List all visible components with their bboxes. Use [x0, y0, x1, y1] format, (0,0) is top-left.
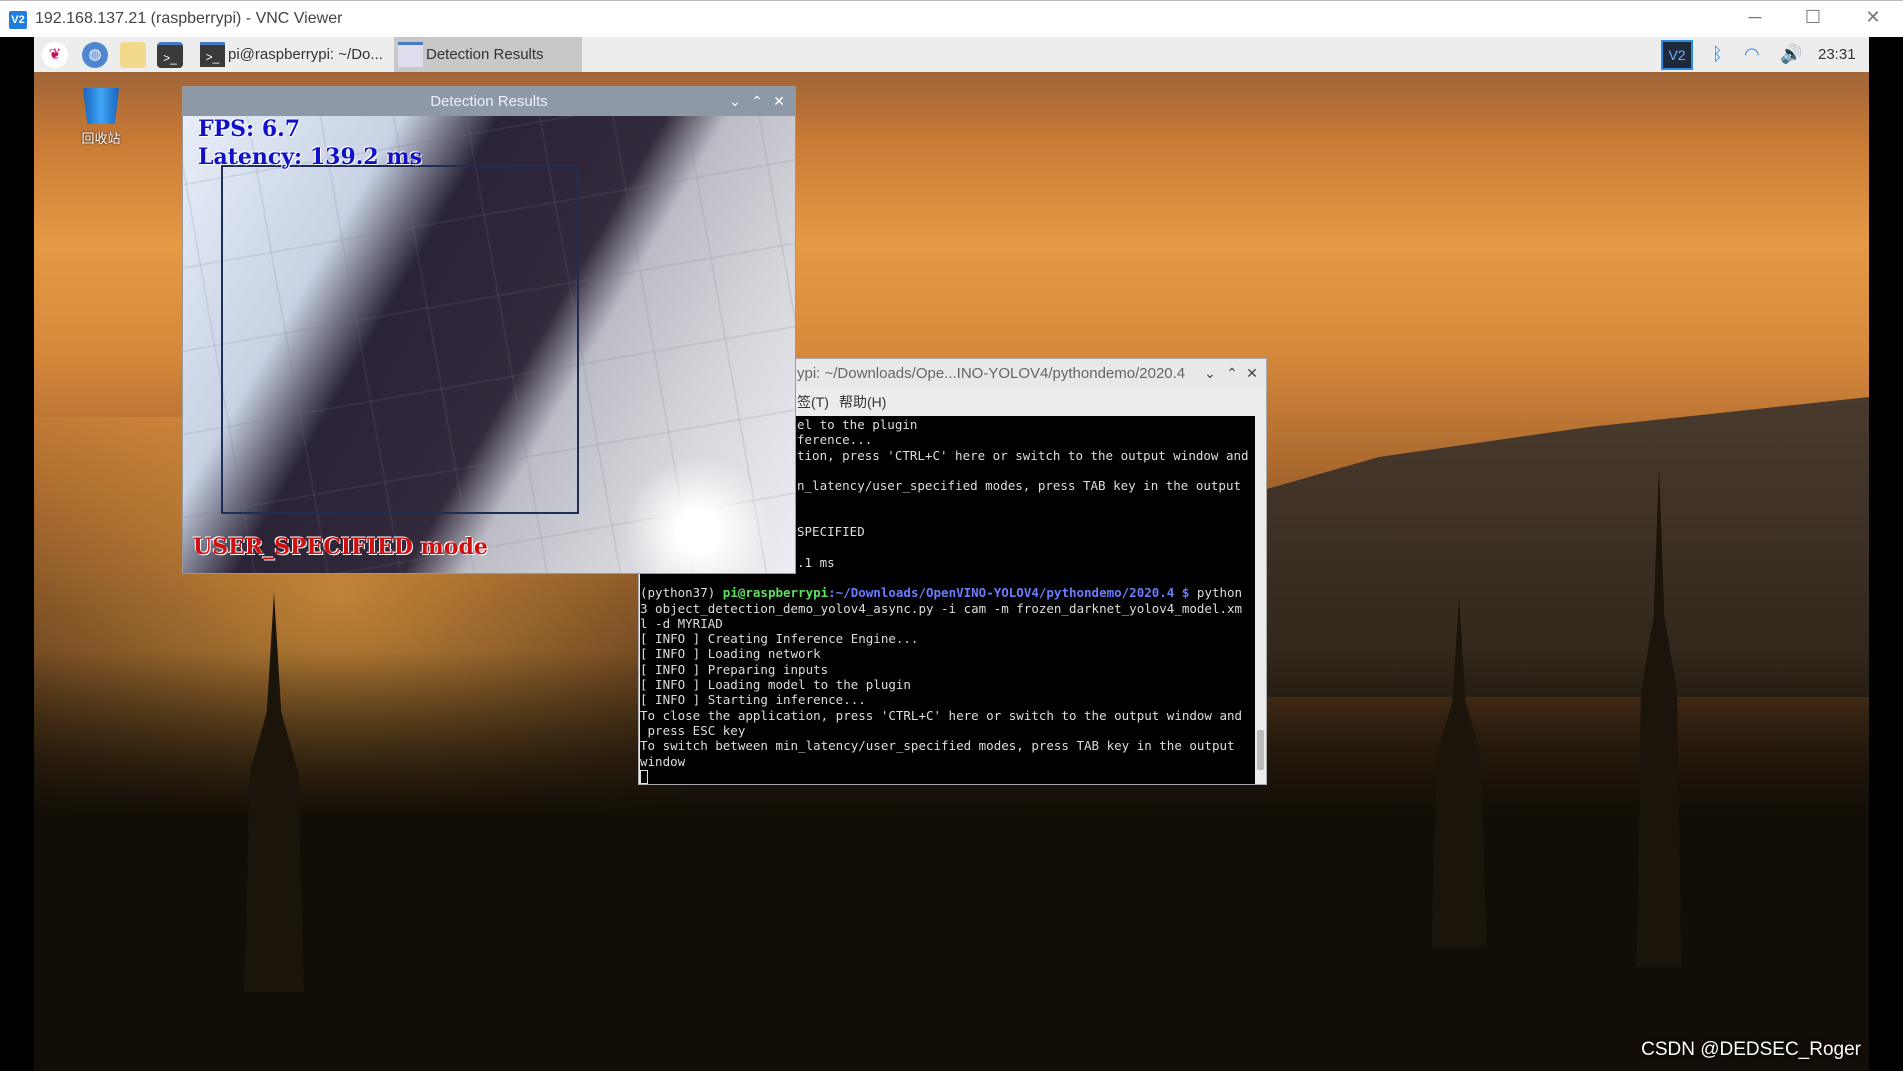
vnc-logo-icon: V2 — [9, 11, 27, 29]
file-manager-icon[interactable] — [120, 42, 146, 68]
terminal-icon[interactable]: >_ — [157, 42, 183, 68]
task-detection-results[interactable]: Detection Results — [394, 37, 582, 72]
volume-icon[interactable]: 🔊 — [1780, 37, 1802, 72]
chevron-down-icon[interactable]: ⌄ — [1200, 359, 1220, 388]
terminal-line: To close the application, press 'CTRL+C'… — [640, 707, 1243, 723]
terminal-line: [ INFO ] Creating Inference Engine... — [640, 631, 919, 647]
prompt-command: python — [1189, 585, 1243, 601]
vnc-icon[interactable]: V2 — [1661, 40, 1693, 70]
vnc-title-bar: V2 192.168.137.21 (raspberrypi) - VNC Vi… — [0, 0, 1903, 37]
bluetooth-icon[interactable]: ᛒ — [1712, 37, 1723, 72]
clock[interactable]: 23:31 — [1818, 37, 1856, 72]
terminal-line: [ INFO ] Loading model to the plugin — [640, 677, 911, 693]
detection-results-window[interactable]: Detection Results ⌄ ⌃ ✕ FPS: 6.7 Latency… — [182, 86, 796, 574]
terminal-line: l -d MYRIAD — [640, 615, 723, 631]
latency-label: Latency: 139.2 ms — [198, 144, 423, 170]
terminal-line: window — [640, 753, 686, 769]
terminal-line: press ESC key — [640, 722, 746, 738]
terminal-line: 3 object_detection_demo_yolov4_async.py … — [640, 600, 1243, 616]
chevron-up-icon[interactable]: ⌃ — [747, 87, 767, 116]
task-label: pi@raspberrypi: ~/Do... — [228, 46, 383, 63]
prompt-env: (python37) — [640, 585, 723, 601]
chevron-up-icon[interactable]: ⌃ — [1222, 359, 1242, 388]
terminal-icon: >_ — [200, 42, 225, 67]
text-cursor — [640, 770, 648, 784]
close-icon[interactable]: ✕ — [1242, 359, 1262, 388]
watermark: CSDN @DEDSEC_Roger — [1641, 1039, 1861, 1060]
maximize-icon[interactable]: ☐ — [1798, 7, 1828, 28]
terminal-scrollbar[interactable] — [1255, 416, 1266, 784]
terminal-line: [ INFO ] Loading network — [640, 646, 821, 662]
detection-title-bar[interactable]: Detection Results — [183, 87, 795, 116]
prompt-user: pi@raspberrypi — [722, 585, 829, 601]
menu-help[interactable]: 帮助(H) — [839, 388, 886, 416]
terminal-line: [ INFO ] Starting inference... — [640, 692, 866, 708]
window-title: 192.168.137.21 (raspberrypi) - VNC Viewe… — [35, 10, 343, 27]
taskbar: ❦ ◍ >_ >_ pi@raspberrypi: ~/Do... Detect… — [34, 37, 1869, 72]
prompt-path: :~/Downloads/OpenVINO-YOLOV4/pythondemo/… — [828, 585, 1190, 601]
minimize-icon[interactable]: ─ — [1740, 7, 1770, 28]
close-icon[interactable]: ✕ — [769, 87, 789, 116]
terminal-title: ypi: ~/Downloads/Ope...INO-YOLOV4/python… — [797, 365, 1186, 382]
fps-label: FPS: 6.7 — [198, 116, 301, 142]
window-icon — [398, 42, 423, 67]
recycle-bin-label: 回收站 — [81, 131, 121, 146]
scrollbar-thumb[interactable] — [1257, 730, 1264, 770]
terminal-cursor-line[interactable] — [640, 769, 1256, 784]
close-icon[interactable]: ✕ — [1858, 7, 1888, 28]
camera-frame: FPS: 6.7 Latency: 139.2 ms USER_SPECIFIE… — [183, 116, 795, 573]
raspberry-menu-icon[interactable]: ❦ — [42, 42, 68, 68]
task-label: Detection Results — [426, 46, 544, 63]
detection-box — [221, 165, 579, 514]
wifi-icon[interactable]: ◠ — [1744, 37, 1760, 72]
menu-tabs[interactable]: 签(T) — [797, 388, 829, 416]
terminal-prompt: (python37) pi@raspberrypi:~/Downloads/Op… — [640, 585, 1256, 600]
trash-icon — [83, 88, 119, 124]
terminal-line: [ INFO ] Preparing inputs — [640, 661, 829, 677]
detection-title: Detection Results — [430, 93, 548, 110]
mode-label: USER_SPECIFIED mode — [193, 534, 488, 560]
recycle-bin[interactable]: 回收站 — [80, 88, 122, 147]
chevron-down-icon[interactable]: ⌄ — [725, 87, 745, 116]
terminal-line: To switch between min_latency/user_speci… — [640, 738, 1235, 754]
web-browser-icon[interactable]: ◍ — [82, 42, 108, 68]
task-terminal[interactable]: >_ pi@raspberrypi: ~/Do... — [196, 37, 426, 72]
